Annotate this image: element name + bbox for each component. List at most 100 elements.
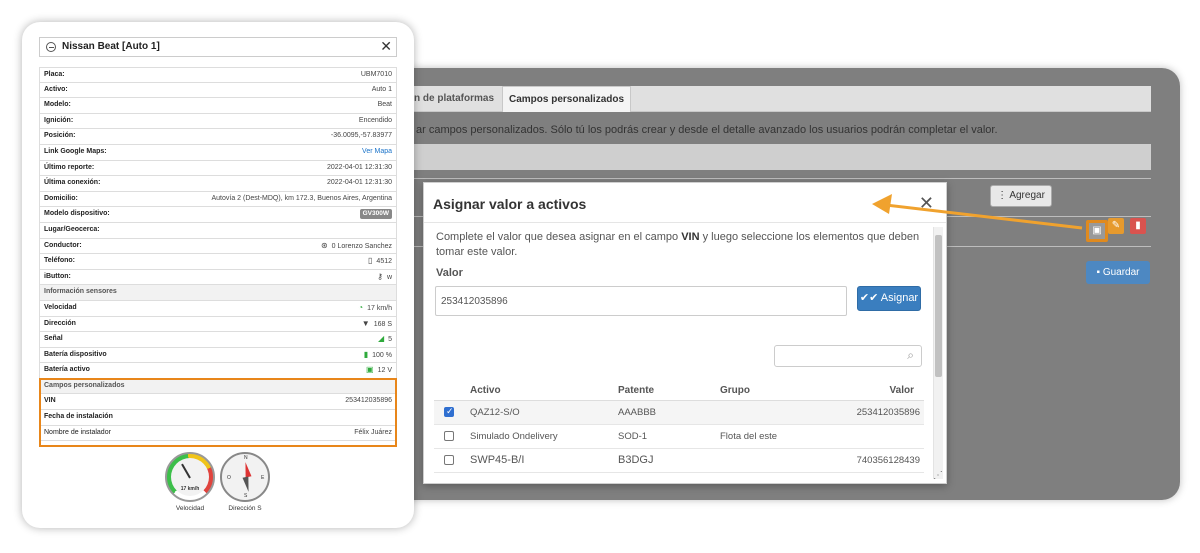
column-grupo: Grupo (720, 382, 830, 401)
annotation-arrow (872, 194, 1083, 230)
gauge-value: 17 km/h (180, 486, 200, 492)
info-value: Auto 1 (371, 85, 392, 93)
section-title: Campos personalizados (44, 381, 125, 389)
sensor-value: 100 % (372, 351, 392, 359)
modal-header: Asignar valor a activos ✕ (424, 183, 946, 223)
table-row[interactable]: SWP45-B/I B3DGJ 740356128439 (434, 448, 924, 473)
info-row: iButton: ⚷ w (39, 269, 397, 286)
edit-button[interactable]: ✎ (1108, 218, 1124, 234)
custom-field-row: VIN 253412035896 (39, 394, 397, 411)
save-button-label: Guardar (1102, 267, 1140, 278)
pencil-icon: ✎ (1111, 220, 1121, 231)
custom-field-key: VIN (44, 397, 56, 405)
assets-table: Activo Patente Grupo Valor QAZ12-S/O AAA… (434, 382, 924, 473)
scrollbar-thumb[interactable] (935, 235, 942, 377)
info-row: Teléfono: ▯ 4512 (39, 254, 397, 270)
info-key: Modelo dispositivo: (44, 210, 110, 218)
info-row: Link Google Maps: Ver Mapa (39, 144, 397, 161)
info-table: Placa: UBM7010 Activo: Auto 1 Modelo: Beat … (39, 67, 397, 442)
map-link[interactable]: Ver Mapa (362, 145, 392, 160)
resize-handle-icon[interactable]: ⋰ (933, 470, 943, 481)
custom-field-key: Fecha de instalación (44, 413, 113, 421)
delete-button[interactable]: ▮ (1130, 218, 1146, 234)
trash-icon: ▮ (1135, 220, 1141, 231)
info-value: Autovía 2 (Dest-MDQ), km 172.3, Buenos A… (211, 194, 392, 202)
sensor-row: Señal ◢ 5 (39, 332, 397, 348)
info-row: Domicilio: Autovía 2 (Dest-MDQ), km 172.3… (39, 191, 397, 208)
row-checkbox[interactable] (444, 406, 454, 417)
column-valor: Valor (830, 382, 924, 401)
tab-plataformas[interactable]: n de plataformas (408, 86, 500, 112)
compass-o: O (227, 475, 231, 481)
info-row: Placa: UBM7010 (39, 67, 397, 83)
table-header-row: Activo Patente Grupo Valor (434, 382, 924, 401)
save-button[interactable]: ▪ Guardar (1086, 261, 1150, 284)
info-row: Lugar/Geocerca: (39, 222, 397, 239)
section-title: Información sensores (44, 288, 117, 296)
cell-valor (830, 424, 924, 449)
info-row: Activo: Auto 1 (39, 82, 397, 99)
tab-bar: n de plataformas Campos personalizados (408, 86, 1151, 112)
close-icon[interactable]: ✕ (380, 37, 392, 55)
info-key: Último reporte: (44, 163, 95, 171)
table-row[interactable]: QAZ12-S/O AAABBB 253412035896 (434, 400, 924, 425)
info-value: 2022-04-01 12:31:30 (327, 163, 392, 171)
card-header: Nissan Beat [Auto 1] ✕ (39, 37, 397, 57)
car-icon: ▣ (1092, 225, 1102, 236)
row-checkbox[interactable] (444, 430, 454, 441)
assign-button[interactable]: ✔✔ Asignar (857, 286, 921, 311)
card-title: Nissan Beat [Auto 1] (62, 41, 160, 52)
search-input[interactable]: ⌕ (774, 345, 922, 367)
sensor-value: 5 (388, 336, 392, 344)
compass-n: N (244, 455, 248, 461)
cell-valor: 253412035896 (830, 400, 924, 425)
info-key: Teléfono: (44, 257, 75, 265)
cell-grupo: Flota del este (720, 424, 830, 449)
sensor-row: Velocidad ◔ 17 km/h (39, 300, 397, 317)
sensor-value: 168 S (373, 320, 392, 328)
value-input[interactable] (435, 286, 847, 316)
info-value: 0 Lorenzo Sanchez (331, 242, 392, 250)
description-text: Complete el valor que desea asignar en e… (436, 231, 682, 243)
custom-fields-header: Campos personalizados (39, 378, 397, 395)
info-value: 2022-04-01 12:31:30 (327, 179, 392, 187)
info-key: Link Google Maps: (44, 147, 107, 155)
compass-gauge: N E S O (220, 452, 270, 502)
info-row: Última conexión: 2022-04-01 12:31:30 (39, 176, 397, 192)
info-key: Activo: (44, 85, 68, 93)
cell-grupo (720, 400, 830, 425)
sensor-value: 17 km/h (367, 304, 392, 312)
modal-scrollbar[interactable] (933, 227, 943, 479)
info-key: Modelo: (44, 101, 71, 109)
custom-field-row: Nombre de instalador Félix Juárez (39, 425, 397, 442)
cell-patente: B3DGJ (618, 448, 720, 473)
sensor-value: 12 V (377, 367, 392, 375)
info-row: Modelo: Beat (39, 98, 397, 114)
info-value: w (386, 273, 392, 281)
info-key: Ignición: (44, 116, 74, 124)
cell-grupo (720, 448, 830, 473)
info-row: Ignición: Encendido (39, 113, 397, 130)
stage: n de plataformas Campos personalizados a… (0, 0, 1200, 553)
cell-valor: 740356128439 (830, 448, 924, 473)
column-activo: Activo (470, 382, 618, 401)
direction-arrow-icon: ▼ (361, 318, 370, 328)
table-row[interactable]: Simulado Ondelivery SOD-1 Flota del este (434, 424, 924, 449)
field-name: VIN (681, 231, 700, 243)
info-key: Placa: (44, 71, 65, 78)
info-row: Último reporte: 2022-04-01 12:31:30 (39, 160, 397, 177)
vehicle-status-icon (46, 42, 56, 52)
select-column (434, 382, 470, 401)
assign-button-label: Asignar (880, 292, 919, 304)
steering-wheel-icon: ⊛ (320, 240, 328, 250)
sensor-key: Señal (44, 335, 63, 343)
section-description: ar campos personalizados. Sólo tú los po… (416, 124, 998, 136)
arrow-line (885, 203, 1083, 230)
speedometer-icon: ◔ (358, 302, 364, 312)
custom-field-value: 253412035896 (345, 397, 392, 405)
divider (408, 178, 1151, 179)
row-checkbox[interactable] (444, 455, 454, 466)
car-battery-icon: ▣ (366, 365, 374, 375)
tab-campos-personalizados[interactable]: Campos personalizados (502, 86, 632, 112)
sensor-row: Batería activo ▣ 12 V (39, 363, 397, 379)
